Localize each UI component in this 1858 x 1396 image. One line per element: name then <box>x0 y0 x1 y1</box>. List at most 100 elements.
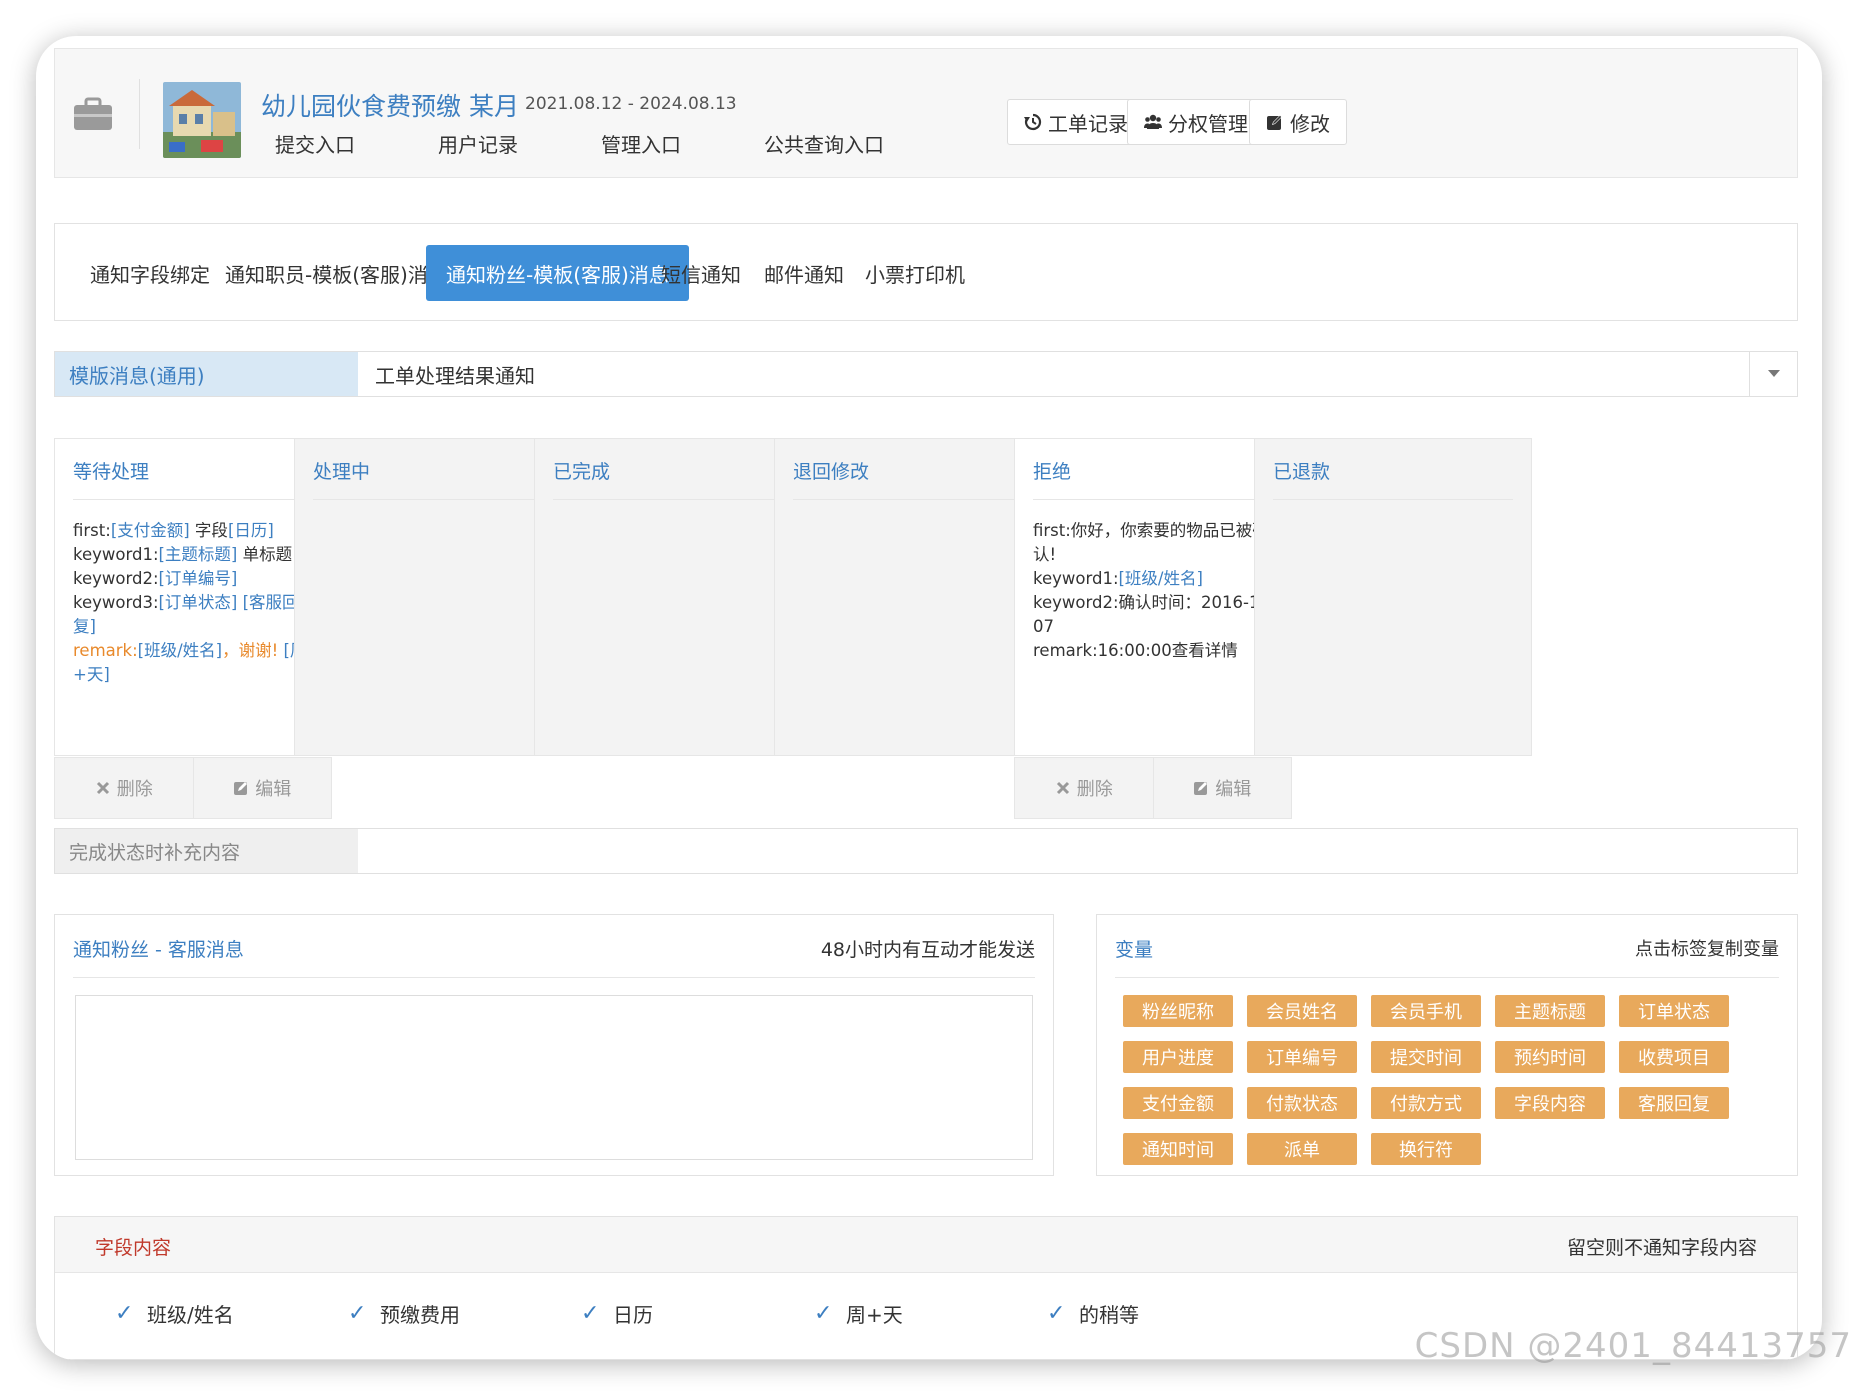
watermark: CSDN @2401_84413757 <box>1414 1326 1852 1366</box>
divider <box>1115 977 1779 978</box>
check-icon: ✓ <box>1047 1300 1066 1326</box>
status-column-refunded: 已退款 <box>1254 438 1532 756</box>
edit-icon <box>1194 782 1208 795</box>
entry-public-query[interactable]: 公共查询入口 <box>764 129 884 158</box>
check-icon: ✓ <box>814 1300 833 1326</box>
supplement-label: 完成状态时补充内容 <box>55 829 358 873</box>
status-title: 退回修改 <box>793 461 870 483</box>
close-icon <box>96 781 109 795</box>
variables-hint: 点击标签复制变量 <box>1635 939 1779 960</box>
variable-tag[interactable]: 粉丝昵称 <box>1123 995 1233 1027</box>
variable-tag[interactable]: 付款方式 <box>1371 1087 1481 1119</box>
variable-tag[interactable]: 会员手机 <box>1371 995 1481 1027</box>
field-content-title: 字段内容 <box>95 1237 172 1259</box>
entry-user-records[interactable]: 用户记录 <box>438 129 518 158</box>
divider <box>793 499 1033 500</box>
status-column-waiting: 等待处理 first:[支付金额] 字段[日历] keyword1:[主题标题]… <box>54 438 332 819</box>
status-title: 已完成 <box>553 461 611 483</box>
status-column-processing: 处理中 <box>294 438 572 756</box>
edit-status-button[interactable]: 编辑 <box>1152 758 1292 818</box>
notify-panel-hint: 48小时内有互动才能发送 <box>820 939 1035 961</box>
check-icon: ✓ <box>115 1300 134 1326</box>
entry-submit[interactable]: 提交入口 <box>275 129 355 158</box>
variable-tag[interactable]: 字段内容 <box>1495 1087 1605 1119</box>
variable-tag[interactable]: 客服回复 <box>1619 1087 1729 1119</box>
variable-tag[interactable]: 收费项目 <box>1619 1041 1729 1073</box>
variable-tag[interactable]: 派单 <box>1247 1133 1357 1165</box>
notify-panel-title: 通知粉丝 - 客服消息 <box>73 939 244 961</box>
status-title: 已退款 <box>1273 461 1331 483</box>
status-actions: 删除 编辑 <box>54 757 332 819</box>
app-content: 幼儿园伙食费预缴 某月 2021.08.12 - 2024.08.13 提交入口… <box>54 48 1804 1360</box>
delete-button[interactable]: 删除 <box>55 758 193 818</box>
template-dropdown-toggle[interactable] <box>1749 352 1797 396</box>
edit-button[interactable]: 修改 <box>1249 99 1347 145</box>
history-icon <box>1024 113 1042 131</box>
template-select-value[interactable]: 工单处理结果通知 <box>375 352 535 396</box>
status-title: 处理中 <box>313 461 371 483</box>
variable-tag[interactable]: 通知时间 <box>1123 1133 1233 1165</box>
tab-receipt-printer[interactable]: 小票打印机 <box>845 245 985 301</box>
variable-tag[interactable]: 用户进度 <box>1123 1041 1233 1073</box>
divider <box>313 499 553 500</box>
variable-tag[interactable]: 提交时间 <box>1371 1041 1481 1073</box>
field-content-header: 字段内容 留空则不通知字段内容 <box>55 1217 1797 1273</box>
variables-title: 变量 <box>1115 939 1154 961</box>
app-title[interactable]: 幼儿园伙食费预缴 某月 <box>261 87 519 123</box>
permission-button[interactable]: 分权管理 <box>1127 99 1265 145</box>
divider <box>1033 499 1273 500</box>
status-template-content: first:[支付金额] 字段[日历] keyword1:[主题标题] 单标题:… <box>73 521 306 684</box>
variable-tag[interactable]: 支付金额 <box>1123 1087 1233 1119</box>
app-header: 幼儿园伙食费预缴 某月 2021.08.12 - 2024.08.13 提交入口… <box>54 48 1798 178</box>
variable-tag[interactable]: 付款状态 <box>1247 1087 1357 1119</box>
field-checkbox-week-day[interactable]: ✓ 周+天 <box>814 1299 903 1328</box>
field-content-hint: 留空则不通知字段内容 <box>1566 1237 1757 1259</box>
permission-label: 分权管理 <box>1168 111 1248 136</box>
caret-down-icon <box>1767 370 1780 377</box>
notify-message-textarea[interactable] <box>75 995 1033 1160</box>
notify-fans-panel: 通知粉丝 - 客服消息 48小时内有互动才能发送 <box>54 914 1054 1176</box>
entry-admin[interactable]: 管理入口 <box>601 129 681 158</box>
variable-tag-grid: 粉丝昵称 会员姓名 会员手机 主题标题 订单状态用户进度 订单编号 提交时间 预约时间 收费项目… <box>1123 995 1773 1165</box>
header-divider <box>139 79 140 149</box>
close-icon <box>1056 781 1069 795</box>
field-checkbox-calendar[interactable]: ✓ 日历 <box>581 1299 653 1328</box>
delete-button[interactable]: 删除 <box>1015 758 1153 818</box>
template-label: 模版消息(通用) <box>55 352 358 396</box>
tab-sms[interactable]: 短信通知 <box>641 245 761 301</box>
status-template-content: first:你好，你索要的物品已被确认! keyword1:[班级/姓名] ke… <box>1033 521 1276 660</box>
field-checkbox-wait[interactable]: ✓ 的稍等 <box>1047 1299 1139 1328</box>
template-select-row[interactable]: 模版消息(通用) 工单处理结果通知 <box>54 351 1798 397</box>
status-column-returned: 退回修改 <box>774 438 1052 756</box>
supplement-row: 完成状态时补充内容 <box>54 828 1798 874</box>
variable-tag[interactable]: 主题标题 <box>1495 995 1605 1027</box>
variable-tag[interactable]: 换行符 <box>1371 1133 1481 1165</box>
app-frame: 幼儿园伙食费预缴 某月 2021.08.12 - 2024.08.13 提交入口… <box>36 36 1822 1360</box>
edit-label: 修改 <box>1290 111 1330 136</box>
variable-tag[interactable]: 订单状态 <box>1619 995 1729 1027</box>
edit-icon <box>1267 115 1282 130</box>
check-icon: ✓ <box>581 1300 600 1326</box>
divider <box>553 499 793 500</box>
variable-tag[interactable]: 会员姓名 <box>1247 995 1357 1027</box>
edit-icon <box>234 782 248 795</box>
status-actions: 删除 编辑 <box>1014 757 1292 819</box>
variable-tag[interactable]: 订单编号 <box>1247 1041 1357 1073</box>
status-title: 拒绝 <box>1033 461 1072 483</box>
variable-tag[interactable]: 预约时间 <box>1495 1041 1605 1073</box>
field-checkbox-class-name[interactable]: ✓ 班级/姓名 <box>115 1299 234 1328</box>
app-date-range: 2021.08.12 - 2024.08.13 <box>525 94 737 114</box>
app-thumbnail <box>163 82 241 158</box>
edit-status-button[interactable]: 编辑 <box>192 758 332 818</box>
status-title: 等待处理 <box>73 461 150 483</box>
status-column-completed: 已完成 <box>534 438 812 756</box>
check-icon: ✓ <box>348 1300 367 1326</box>
supplement-input[interactable] <box>358 829 1797 873</box>
briefcase-icon <box>74 97 112 130</box>
ticket-log-button[interactable]: 工单记录 <box>1007 99 1145 145</box>
variables-panel: 变量 点击标签复制变量 粉丝昵称 会员姓名 会员手机 主题标题 订单状态用户进度 订单编号… <box>1096 914 1798 1176</box>
field-checkbox-prepay[interactable]: ✓ 预缴费用 <box>348 1299 460 1328</box>
status-column-rejected: 拒绝 first:你好，你索要的物品已被确认! keyword1:[班级/姓名]… <box>1014 438 1292 819</box>
users-icon <box>1144 114 1162 129</box>
divider <box>1273 499 1513 500</box>
